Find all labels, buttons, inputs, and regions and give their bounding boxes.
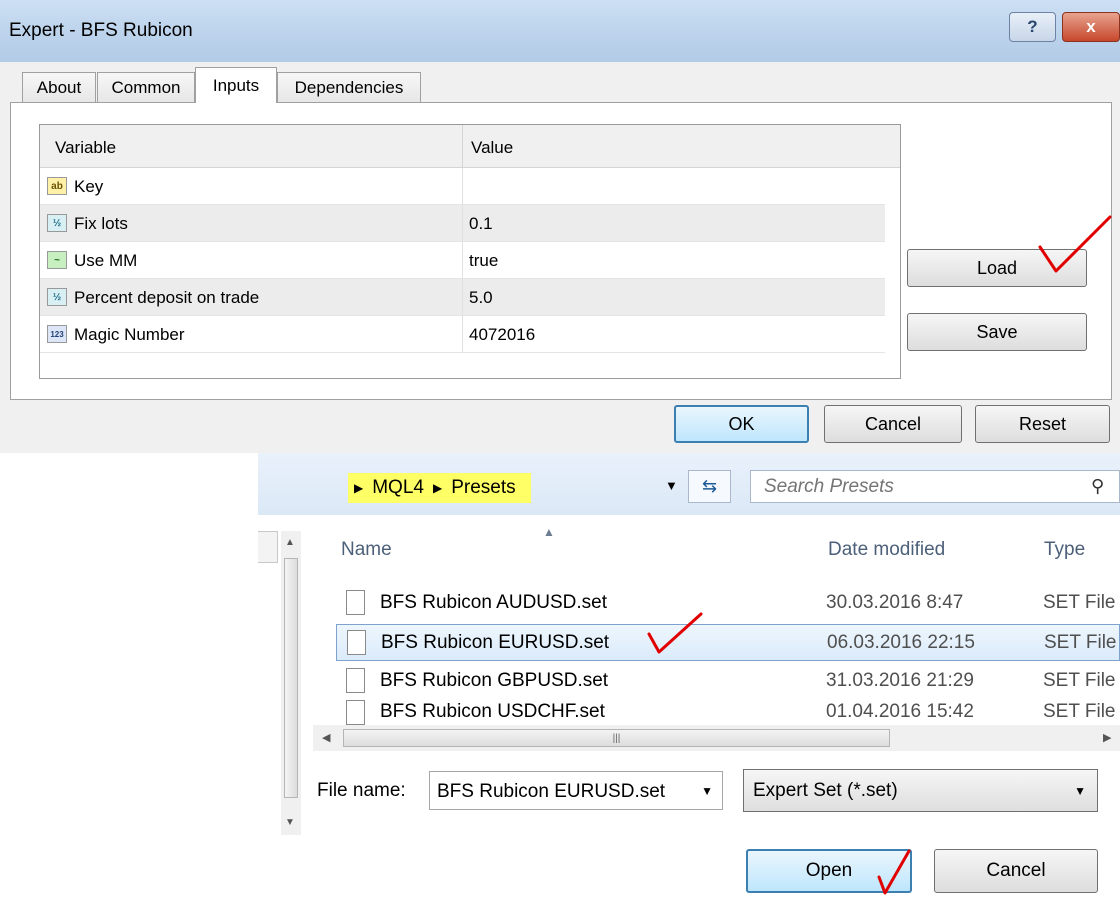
tab-inputs[interactable]: Inputs: [195, 67, 277, 103]
load-button[interactable]: Load: [907, 249, 1087, 287]
sort-ascending-icon: ▲: [543, 525, 555, 539]
string-type-icon: ab: [47, 177, 67, 195]
scroll-thumb[interactable]: |||: [343, 729, 890, 747]
chevron-right-icon: ▶: [432, 481, 443, 495]
vertical-scrollbar[interactable]: ▲ ▼: [281, 531, 301, 835]
file-name: BFS Rubicon AUDUSD.set: [380, 592, 608, 613]
file-name: BFS Rubicon USDCHF.set: [380, 701, 605, 722]
file-type: SET File: [1043, 701, 1116, 722]
file-name-value[interactable]: BFS Rubicon EURUSD.set: [437, 781, 665, 803]
file-type-select[interactable]: Expert Set (*.set) ▼: [743, 769, 1098, 812]
scroll-right-icon[interactable]: ▶: [1103, 731, 1111, 744]
ok-button[interactable]: OK: [674, 405, 809, 443]
table-row[interactable]: ~ Use MM true: [40, 242, 885, 279]
column-name[interactable]: Name: [341, 539, 392, 561]
variable-value[interactable]: true: [469, 251, 498, 271]
file-icon: [346, 590, 365, 615]
file-icon: [346, 668, 365, 693]
file-date: 30.03.2016 8:47: [826, 592, 964, 613]
dialog-title: Expert - BFS Rubicon: [9, 20, 193, 41]
expert-dialog: Expert - BFS Rubicon ? x About Common In…: [0, 0, 1120, 453]
close-icon: x: [1086, 17, 1096, 36]
double-type-icon: ½: [47, 288, 67, 306]
list-item[interactable]: BFS Rubicon GBPUSD.set 31.03.2016 21:29 …: [336, 663, 1120, 700]
inputs-panel: Variable Value ab Key ½ Fix lots 0.1 ~ U…: [10, 102, 1112, 400]
table-row[interactable]: ½ Fix lots 0.1: [40, 205, 885, 242]
inputs-table: Variable Value ab Key ½ Fix lots 0.1 ~ U…: [39, 124, 901, 379]
bool-type-icon: ~: [47, 251, 67, 269]
refresh-button[interactable]: ⇆: [688, 470, 731, 503]
variable-value[interactable]: 4072016: [469, 325, 535, 345]
open-button[interactable]: Open: [746, 849, 912, 893]
breadcrumb-item[interactable]: MQL4: [372, 477, 424, 499]
scroll-down-icon[interactable]: ▼: [285, 817, 295, 828]
file-name-field[interactable]: BFS Rubicon EURUSD.set ▼: [429, 771, 723, 810]
column-variable[interactable]: Variable: [55, 138, 116, 158]
int-type-icon: 123: [47, 325, 67, 343]
refresh-icon: ⇆: [701, 476, 718, 496]
title-bar: Expert - BFS Rubicon ? x: [0, 0, 1120, 62]
navigation-pane: [258, 531, 278, 563]
table-row[interactable]: 123 Magic Number 4072016: [40, 316, 885, 353]
file-type: SET File: [1043, 670, 1116, 691]
search-input[interactable]: [751, 471, 1081, 502]
table-row[interactable]: ab Key: [40, 168, 885, 205]
variable-value[interactable]: 0.1: [469, 214, 493, 234]
list-item[interactable]: BFS Rubicon USDCHF.set 01.04.2016 15:42 …: [336, 700, 1120, 725]
scroll-up-icon[interactable]: ▲: [285, 537, 295, 548]
list-item-selected[interactable]: BFS Rubicon EURUSD.set 06.03.2016 22:15 …: [336, 624, 1120, 661]
file-name: BFS Rubicon EURUSD.set: [381, 632, 610, 653]
double-type-icon: ½: [47, 214, 67, 232]
help-button[interactable]: ?: [1009, 12, 1056, 42]
tab-common[interactable]: Common: [97, 72, 195, 103]
table-row[interactable]: ½ Percent deposit on trade 5.0: [40, 279, 885, 316]
file-icon: [346, 700, 365, 725]
file-type: SET File: [1043, 592, 1116, 613]
variable-name: Key: [74, 177, 104, 196]
table-header: Variable Value: [40, 125, 900, 168]
file-type: SET File: [1044, 632, 1117, 653]
open-file-dialog: ▶ MQL4 ▶ Presets ▼ ⇆ ⚲ ▲ ▼ ▲ Name Date m…: [258, 453, 1120, 900]
chevron-down-icon: ▼: [1074, 784, 1086, 798]
variable-name: Magic Number: [74, 325, 185, 344]
scroll-thumb[interactable]: [284, 558, 298, 798]
tab-dependencies[interactable]: Dependencies: [277, 72, 421, 103]
file-date: 06.03.2016 22:15: [827, 632, 975, 653]
save-button[interactable]: Save: [907, 313, 1087, 351]
breadcrumb[interactable]: ▶ MQL4 ▶ Presets: [348, 473, 531, 503]
chevron-right-icon: ▶: [354, 481, 364, 495]
close-button[interactable]: x: [1062, 12, 1120, 42]
file-type-value: Expert Set (*.set): [753, 780, 898, 801]
breadcrumb-item[interactable]: Presets: [451, 477, 515, 499]
variable-name: Fix lots: [74, 214, 128, 233]
variable-name: Percent deposit on trade: [74, 288, 260, 307]
cancel-button[interactable]: Cancel: [824, 405, 962, 443]
column-date-modified[interactable]: Date modified: [828, 539, 945, 561]
file-date: 31.03.2016 21:29: [826, 670, 974, 691]
chevron-down-icon[interactable]: ▼: [701, 784, 713, 798]
reset-button[interactable]: Reset: [975, 405, 1110, 443]
file-name: BFS Rubicon GBPUSD.set: [380, 670, 609, 691]
chevron-down-icon[interactable]: ▼: [665, 478, 678, 493]
file-date: 01.04.2016 15:42: [826, 701, 974, 722]
address-bar: ▶ MQL4 ▶ Presets ▼ ⇆ ⚲: [258, 453, 1120, 515]
variable-name: Use MM: [74, 251, 138, 270]
scroll-left-icon[interactable]: ◀: [322, 731, 330, 744]
file-cancel-button[interactable]: Cancel: [934, 849, 1098, 893]
search-icon[interactable]: ⚲: [1091, 476, 1104, 497]
column-type[interactable]: Type: [1044, 539, 1085, 561]
horizontal-scrollbar[interactable]: ◀ ||| ▶: [313, 725, 1120, 751]
tab-about[interactable]: About: [22, 72, 96, 103]
search-box[interactable]: ⚲: [750, 470, 1120, 503]
column-value[interactable]: Value: [471, 138, 513, 158]
file-name-label: File name:: [317, 780, 406, 801]
variable-value[interactable]: 5.0: [469, 288, 493, 308]
list-item[interactable]: BFS Rubicon AUDUSD.set 30.03.2016 8:47 S…: [336, 585, 1120, 622]
file-icon: [347, 630, 366, 655]
